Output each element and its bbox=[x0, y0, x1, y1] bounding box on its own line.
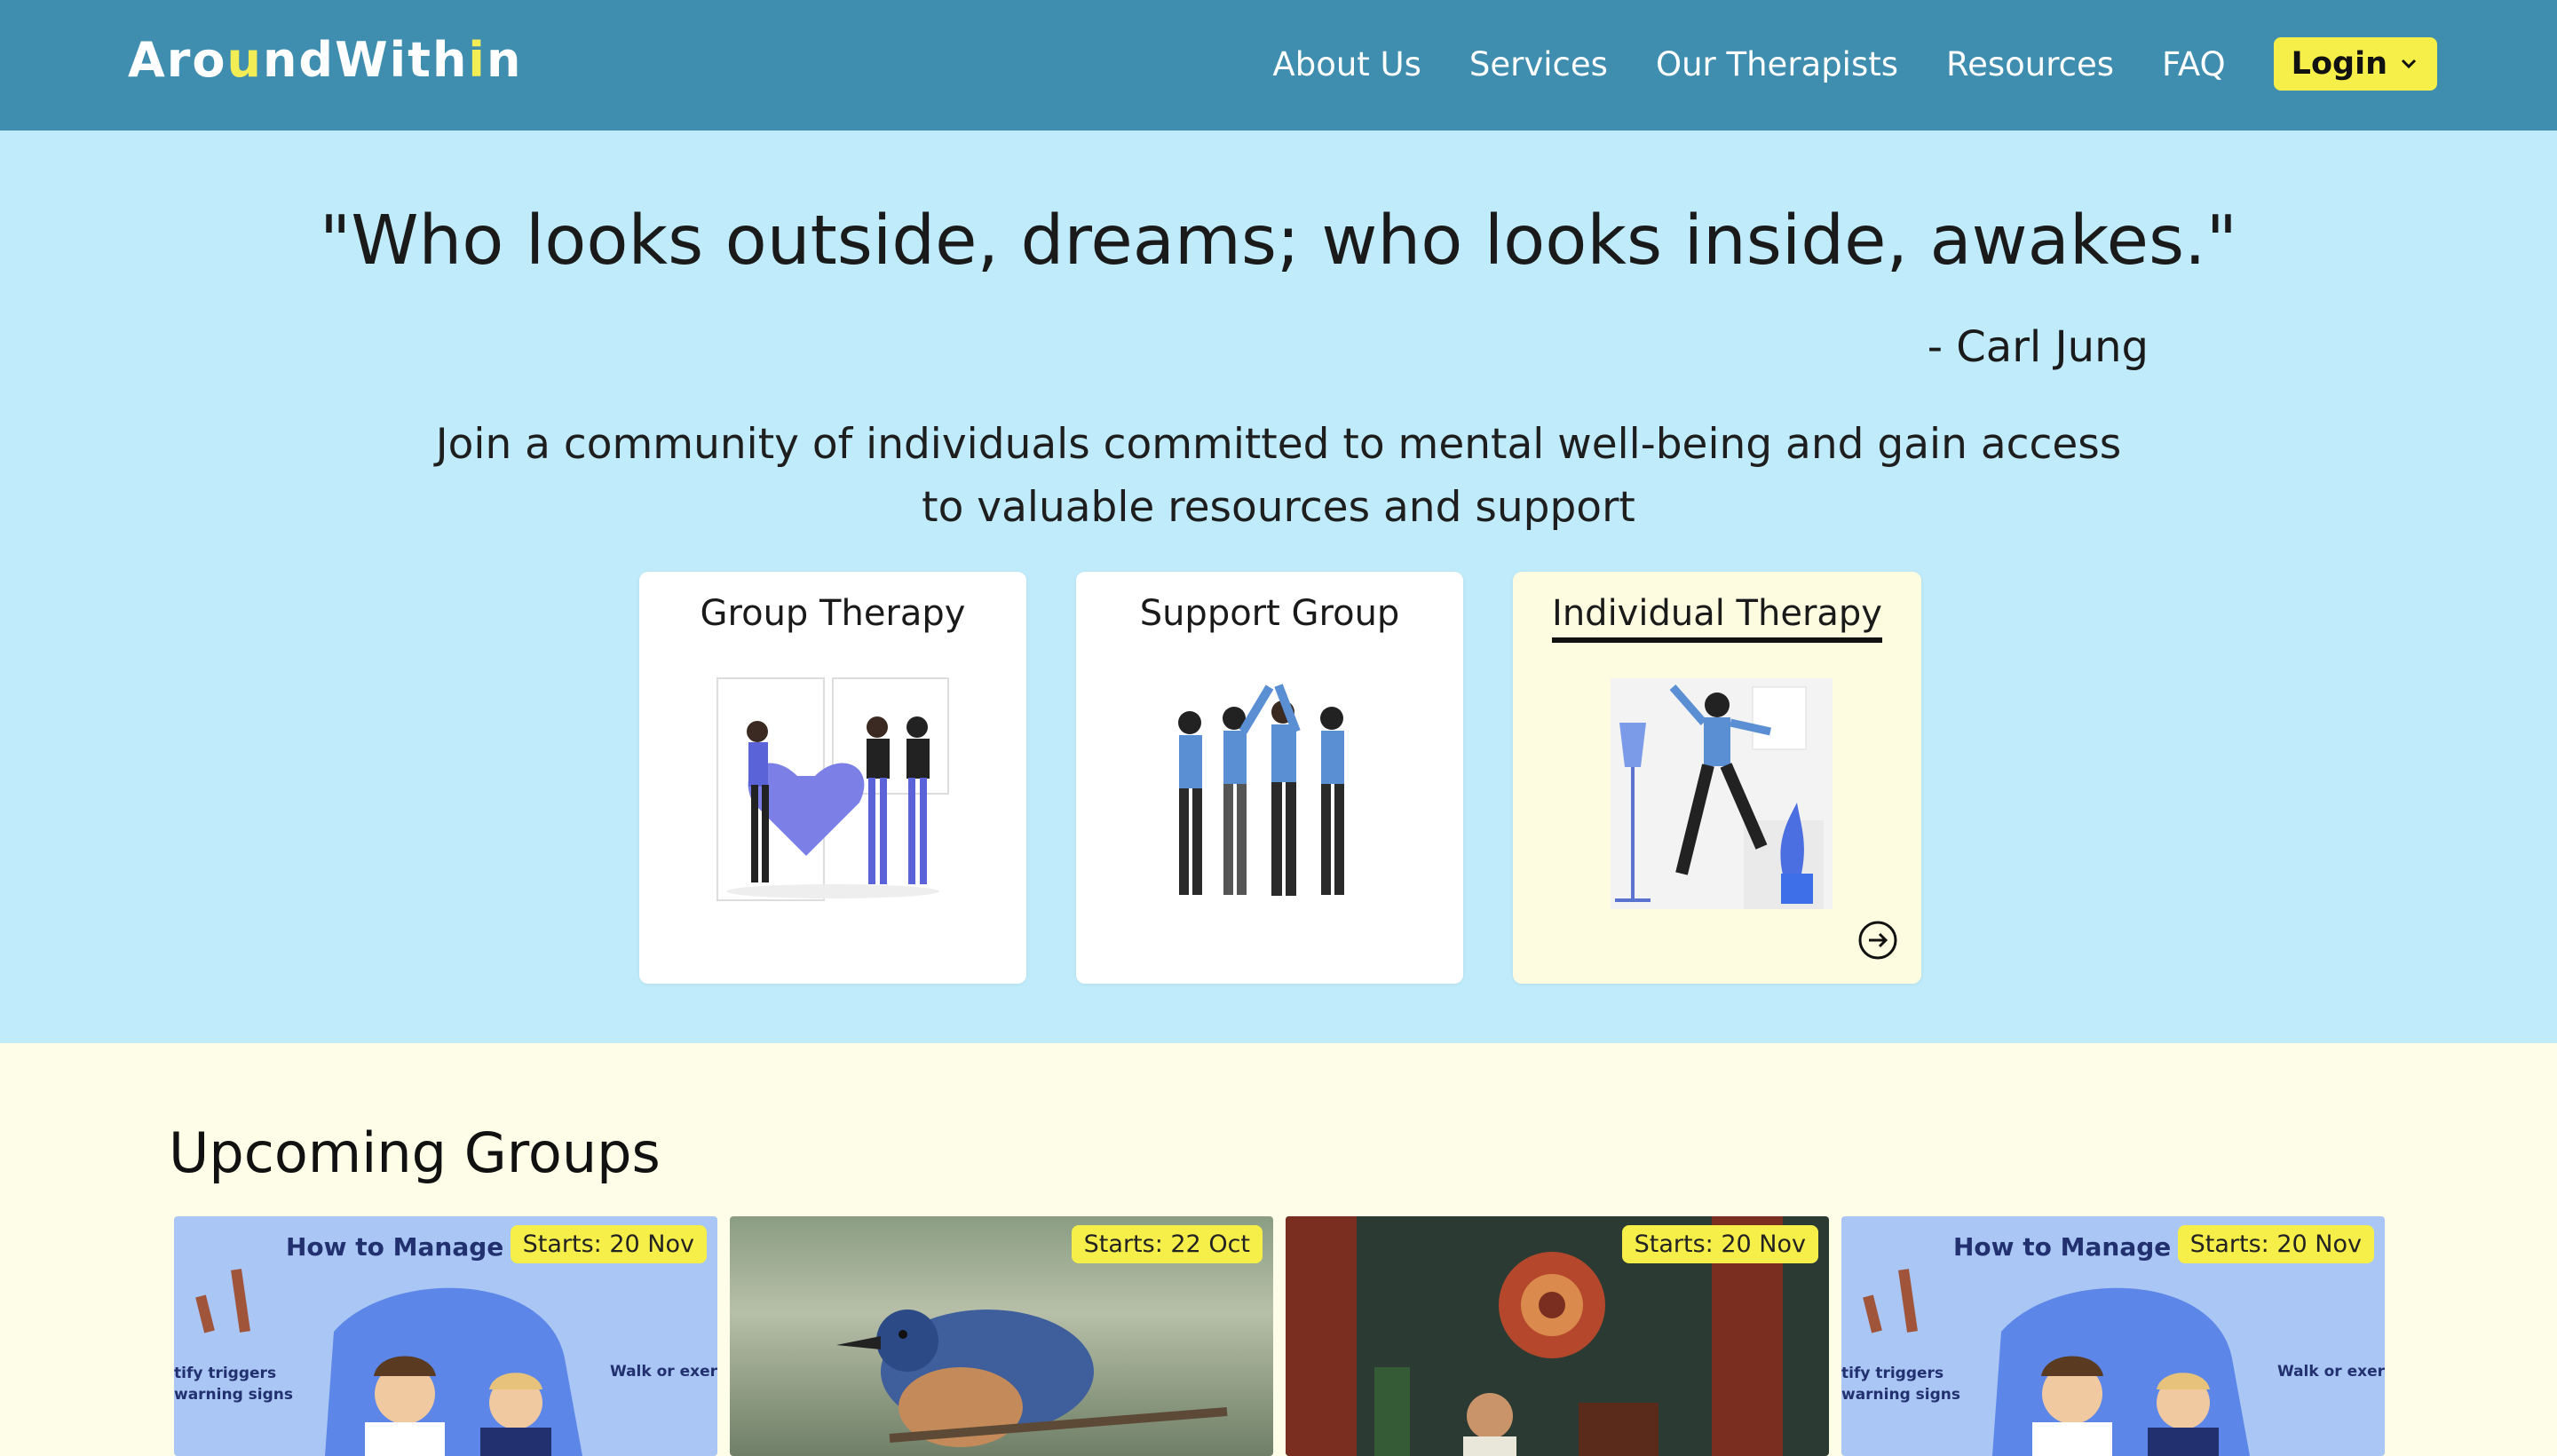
group-card[interactable]: How to Manage Your tify triggers warning… bbox=[1841, 1216, 2385, 1456]
logo-text-accent: i bbox=[468, 32, 487, 88]
login-dropdown-button[interactable]: Login bbox=[2273, 37, 2437, 91]
upcoming-groups-list: How to Manage Your tify triggers warning… bbox=[174, 1216, 2385, 1456]
nav-links: About Us Services Our Therapists Resourc… bbox=[1272, 37, 2437, 91]
support-group-illustration bbox=[1178, 684, 1344, 896]
group-card-note-left: tify triggers warning signs bbox=[174, 1365, 294, 1404]
group-card-note-left: tify triggers warning signs bbox=[1841, 1365, 1961, 1404]
card-title: Individual Therapy bbox=[1513, 593, 1921, 643]
card-group-therapy[interactable]: Group Therapy bbox=[639, 572, 1026, 984]
group-card-note-right: Walk or exer bbox=[609, 1363, 717, 1381]
nav-resources[interactable]: Resources bbox=[1946, 45, 2114, 83]
group-therapy-illustration bbox=[716, 677, 949, 901]
arrow-right-circle-icon[interactable] bbox=[1857, 920, 1898, 961]
logo-text-part: n bbox=[486, 32, 523, 88]
start-date-badge: Starts: 20 Nov bbox=[1621, 1225, 1818, 1263]
group-card[interactable]: How to Manage Your tify triggers warning… bbox=[174, 1216, 717, 1456]
chevron-down-icon bbox=[2401, 59, 2417, 69]
nav-about-us[interactable]: About Us bbox=[1272, 45, 1421, 83]
card-support-group[interactable]: Support Group bbox=[1076, 572, 1463, 984]
login-label: Login bbox=[2291, 46, 2387, 82]
nav-services[interactable]: Services bbox=[1469, 45, 1608, 83]
group-card[interactable]: Starts: 22 Oct bbox=[730, 1216, 1273, 1456]
hero-quote: "Who looks outside, dreams; who looks in… bbox=[319, 202, 2238, 281]
start-date-badge: Starts: 22 Oct bbox=[1071, 1225, 1263, 1263]
card-title: Group Therapy bbox=[700, 593, 966, 634]
hero-tagline: Join a community of individuals committe… bbox=[435, 420, 2122, 532]
card-individual-therapy[interactable]: Individual Therapy bbox=[1513, 572, 1921, 984]
logo-text-part: ndWith bbox=[262, 32, 469, 88]
brand-logo[interactable]: AroundWithin bbox=[128, 32, 522, 88]
service-cards: Group Therapy Support Group Individual T… bbox=[639, 572, 1921, 984]
card-title: Support Group bbox=[1139, 593, 1400, 634]
quote-author: - Carl Jung bbox=[1927, 322, 2149, 372]
start-date-badge: Starts: 20 Nov bbox=[2177, 1225, 2374, 1263]
logo-text-accent: u bbox=[226, 32, 263, 88]
group-card[interactable]: Starts: 20 Nov bbox=[1286, 1216, 1829, 1456]
start-date-badge: Starts: 20 Nov bbox=[510, 1225, 707, 1263]
group-card-note-right: Walk or exer bbox=[2276, 1363, 2385, 1381]
nav-our-therapists[interactable]: Our Therapists bbox=[1656, 45, 1898, 83]
nav-faq[interactable]: FAQ bbox=[2162, 45, 2226, 83]
individual-therapy-illustration bbox=[1611, 678, 1833, 909]
hero-section: "Who looks outside, dreams; who looks in… bbox=[0, 131, 2557, 1043]
top-navbar: AroundWithin About Us Services Our Thera… bbox=[0, 0, 2557, 131]
upcoming-groups-heading: Upcoming Groups bbox=[169, 1120, 661, 1185]
logo-text-part: Aro bbox=[128, 32, 227, 88]
